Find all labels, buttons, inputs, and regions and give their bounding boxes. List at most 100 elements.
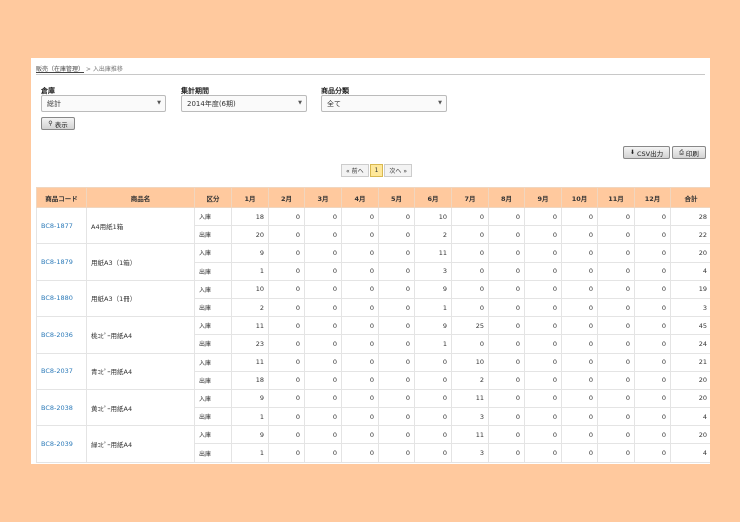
month-cell: 0 xyxy=(488,243,525,263)
month-cell: 10 xyxy=(231,279,269,299)
category-select-value: 全て xyxy=(327,100,341,108)
month-cell: 0 xyxy=(414,388,452,409)
prev-page-button[interactable]: « 前へ xyxy=(341,164,369,177)
month-cell: 0 xyxy=(524,388,562,409)
month-cell: 0 xyxy=(634,443,671,463)
month-cell: 0 xyxy=(414,425,452,445)
show-button[interactable]: ⚲ 表示 xyxy=(41,117,75,130)
current-page[interactable]: 1 xyxy=(369,164,384,177)
month-cell: 0 xyxy=(304,370,342,390)
month-cell: 0 xyxy=(561,243,598,263)
month-cell: 0 xyxy=(597,334,635,354)
month-cell: 0 xyxy=(524,206,562,227)
month-cell: 1 xyxy=(231,407,269,427)
product-code-link[interactable]: BC8-2039 xyxy=(36,425,87,463)
product-code-link[interactable]: BC8-1879 xyxy=(36,243,87,281)
movement-type: 入庫 xyxy=(194,243,232,263)
total-cell: 28 xyxy=(670,206,710,227)
month-cell: 0 xyxy=(634,316,671,336)
month-cell: 0 xyxy=(304,388,342,409)
month-cell: 0 xyxy=(488,443,525,463)
warehouse-select[interactable]: 総計 ▼ xyxy=(41,95,166,112)
month-cell: 0 xyxy=(341,297,379,318)
month-cell: 0 xyxy=(268,297,305,318)
month-cell: 0 xyxy=(488,407,525,427)
month-cell: 0 xyxy=(341,225,379,245)
month-cell: 0 xyxy=(597,370,635,390)
product-code-link[interactable]: BC8-1877 xyxy=(36,206,87,245)
month-cell: 0 xyxy=(268,316,305,336)
month-cell: 0 xyxy=(597,443,635,463)
total-cell: 24 xyxy=(670,334,710,354)
total-cell: 20 xyxy=(670,388,710,409)
month-cell: 10 xyxy=(414,206,452,227)
column-header: 1月 xyxy=(231,187,269,208)
month-cell: 0 xyxy=(634,206,671,227)
total-cell: 20 xyxy=(670,370,710,390)
month-cell: 0 xyxy=(378,334,415,354)
month-cell: 0 xyxy=(378,443,415,463)
month-cell: 0 xyxy=(268,334,305,354)
month-cell: 0 xyxy=(488,425,525,445)
movement-type: 出庫 xyxy=(194,443,232,463)
csv-export-button[interactable]: ⬇ CSV出力 xyxy=(623,146,670,159)
print-button[interactable]: ⎙ 印刷 xyxy=(672,146,706,159)
month-cell: 0 xyxy=(634,407,671,427)
month-cell: 0 xyxy=(304,334,342,354)
month-cell: 0 xyxy=(561,261,598,281)
next-page-button[interactable]: 次へ » xyxy=(384,164,413,177)
period-select[interactable]: 2014年度(6期) ▼ xyxy=(181,95,307,112)
month-cell: 0 xyxy=(341,316,379,336)
month-cell: 0 xyxy=(304,407,342,427)
table-row: BC8-2039 緑ｺﾋﾟｰ用紙A4 入庫 9 0 0 0 0 0 11 0 0 0 0 0 20 xyxy=(36,425,710,463)
product-code-link[interactable]: BC8-2037 xyxy=(36,352,87,390)
month-cell: 0 xyxy=(341,206,379,227)
product-name: A4用紙1箱 xyxy=(86,206,195,245)
total-cell: 19 xyxy=(670,279,710,299)
month-cell: 0 xyxy=(451,206,489,227)
product-code-link[interactable]: BC8-2036 xyxy=(36,316,87,354)
month-cell: 9 xyxy=(231,243,269,263)
month-cell: 0 xyxy=(634,425,671,445)
month-cell: 2 xyxy=(451,370,489,390)
month-cell: 0 xyxy=(597,279,635,299)
table-row: BC8-1880 用紙A3（1冊） 入庫 10 0 0 0 0 9 0 0 0 0 0 0 19 xyxy=(36,279,710,318)
column-header: 3月 xyxy=(304,187,342,208)
breadcrumb-parent-link[interactable]: 販売（在庫管理） xyxy=(36,66,84,73)
month-cell: 18 xyxy=(231,370,269,390)
month-cell: 0 xyxy=(378,370,415,390)
month-cell: 0 xyxy=(524,370,562,390)
pagination: « 前へ 1 次へ » xyxy=(341,164,413,177)
product-name: 用紙A3（1箱） xyxy=(86,243,195,281)
month-cell: 0 xyxy=(414,370,452,390)
month-cell: 0 xyxy=(268,407,305,427)
month-cell: 0 xyxy=(597,425,635,445)
month-cell: 0 xyxy=(524,425,562,445)
month-cell: 0 xyxy=(524,261,562,281)
month-cell: 1 xyxy=(231,261,269,281)
main-panel: 販売（在庫管理） > 入出庫推移 倉庫 総計 ▼ 集計期間 2014年度(6期)… xyxy=(31,58,710,464)
month-cell: 0 xyxy=(341,370,379,390)
month-cell: 0 xyxy=(414,352,452,372)
month-cell: 0 xyxy=(524,443,562,463)
column-header: 9月 xyxy=(524,187,562,208)
month-cell: 0 xyxy=(451,261,489,281)
month-cell: 11 xyxy=(231,316,269,336)
month-cell: 0 xyxy=(561,334,598,354)
print-button-label: 印刷 xyxy=(685,149,699,158)
month-cell: 0 xyxy=(304,243,342,263)
month-cell: 0 xyxy=(524,279,562,299)
month-cell: 11 xyxy=(231,352,269,372)
month-cell: 0 xyxy=(488,279,525,299)
month-cell: 20 xyxy=(231,225,269,245)
category-select[interactable]: 全て ▼ xyxy=(321,95,447,112)
month-cell: 0 xyxy=(561,370,598,390)
month-cell: 0 xyxy=(304,261,342,281)
month-cell: 0 xyxy=(268,352,305,372)
product-code-link[interactable]: BC8-1880 xyxy=(36,279,87,318)
month-cell: 0 xyxy=(268,243,305,263)
month-cell: 0 xyxy=(304,206,342,227)
product-code-link[interactable]: BC8-2038 xyxy=(36,388,87,427)
month-cell: 0 xyxy=(597,243,635,263)
month-cell: 0 xyxy=(634,388,671,409)
